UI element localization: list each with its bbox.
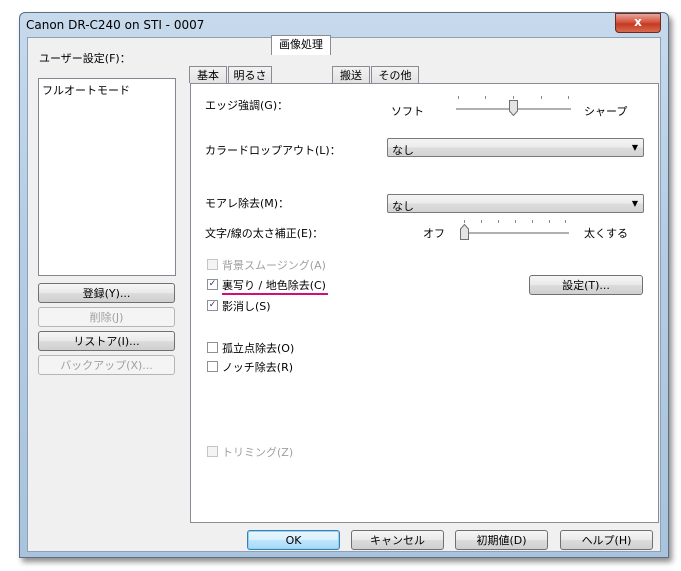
- dropout-select[interactable]: なし ▼: [387, 138, 644, 157]
- delete-button[interactable]: 削除(J): [38, 307, 175, 327]
- tab-other[interactable]: その他: [371, 66, 419, 83]
- bg-smoothing-checkbox[interactable]: [207, 259, 218, 270]
- slider-tick: [515, 220, 516, 223]
- window-title: Canon DR-C240 on STI - 0007: [26, 18, 205, 32]
- isolated-dot-label: 孤立点除去(O): [222, 342, 295, 355]
- thickness-label: 文字/線の太さ補正(E)：: [205, 227, 324, 240]
- restore-button[interactable]: リストア(I)...: [38, 331, 175, 351]
- thickness-slider-track: [461, 232, 569, 234]
- slider-tick: [458, 96, 459, 99]
- edge-label: エッジ強調(G)：: [205, 99, 289, 112]
- list-item[interactable]: フルオートモード: [42, 82, 130, 98]
- title-bar[interactable]: Canon DR-C240 on STI - 0007 x: [20, 13, 668, 35]
- bleed-through-label: 裏写り / 地色除去(C): [222, 279, 326, 292]
- close-button[interactable]: x: [615, 13, 661, 33]
- tab-panel: エッジ強調(G)： ソフト シャープ カラードロップアウト(L)： なし ▼ モ…: [190, 83, 659, 523]
- highlight-underline: [222, 293, 328, 295]
- user-settings-list[interactable]: フルオートモード: [38, 78, 176, 276]
- chevron-down-icon: ▼: [631, 199, 638, 208]
- trimming-label: トリミング(Z): [222, 446, 294, 459]
- thickness-slider-thumb[interactable]: [459, 224, 469, 240]
- edge-slider[interactable]: [456, 92, 571, 122]
- defaults-button[interactable]: 初期値(D): [455, 530, 548, 550]
- slider-tick: [485, 96, 486, 99]
- edge-slider-thumb[interactable]: [509, 100, 518, 116]
- chevron-down-icon: ▼: [631, 143, 638, 152]
- thickness-min-label: オフ: [423, 227, 445, 240]
- tab-image-processing[interactable]: 画像処理: [271, 35, 331, 55]
- isolated-dot-checkbox[interactable]: [207, 342, 218, 353]
- help-button[interactable]: ヘルプ(H): [560, 530, 653, 550]
- close-icon: x: [634, 15, 642, 29]
- bleed-through-checkbox[interactable]: ✓: [207, 279, 218, 290]
- dialog-client-area: ユーザー設定(F)： フルオートモード 登録(Y)... 削除(J) リストア(…: [27, 35, 661, 552]
- check-icon: ✓: [208, 279, 217, 289]
- thickness-slider[interactable]: [459, 216, 569, 246]
- thickness-max-label: 太くする: [584, 227, 628, 240]
- tab-basic[interactable]: 基本: [189, 66, 227, 83]
- ok-button[interactable]: OK: [247, 530, 340, 550]
- check-icon: ✓: [208, 300, 217, 310]
- backup-button[interactable]: バックアップ(X)...: [38, 355, 175, 375]
- register-button[interactable]: 登録(Y)...: [38, 283, 175, 303]
- edge-min-label: ソフト: [391, 105, 424, 118]
- user-settings-label: ユーザー設定(F)：: [39, 52, 131, 65]
- trimming-checkbox[interactable]: [207, 446, 218, 457]
- slider-tick: [568, 96, 569, 99]
- shadow-label: 影消し(S): [222, 300, 271, 313]
- moire-value: なし: [392, 200, 414, 213]
- slider-tick: [549, 220, 550, 223]
- dropout-label: カラードロップアウト(L)：: [205, 144, 341, 157]
- slider-tick: [513, 96, 514, 99]
- edge-max-label: シャープ: [584, 105, 628, 118]
- slider-tick: [565, 220, 566, 223]
- notch-checkbox[interactable]: [207, 361, 218, 372]
- bg-smoothing-label: 背景スムージング(A): [222, 259, 326, 272]
- slider-tick: [541, 96, 542, 99]
- slider-tick: [481, 220, 482, 223]
- slider-tick: [498, 220, 499, 223]
- bleed-settings-button[interactable]: 設定(T)...: [529, 275, 643, 295]
- dropout-value: なし: [392, 144, 414, 157]
- slider-tick: [532, 220, 533, 223]
- tab-feeding[interactable]: 搬送: [332, 66, 370, 83]
- notch-label: ノッチ除去(R): [222, 361, 294, 374]
- cancel-button[interactable]: キャンセル: [351, 530, 444, 550]
- slider-tick: [464, 220, 465, 223]
- moire-label: モアレ除去(M)：: [205, 197, 290, 210]
- shadow-checkbox[interactable]: ✓: [207, 300, 218, 311]
- tab-brightness[interactable]: 明るさ: [228, 66, 272, 83]
- moire-select[interactable]: なし ▼: [387, 194, 644, 213]
- dialog-window: Canon DR-C240 on STI - 0007 x ユーザー設定(F)：…: [19, 12, 669, 558]
